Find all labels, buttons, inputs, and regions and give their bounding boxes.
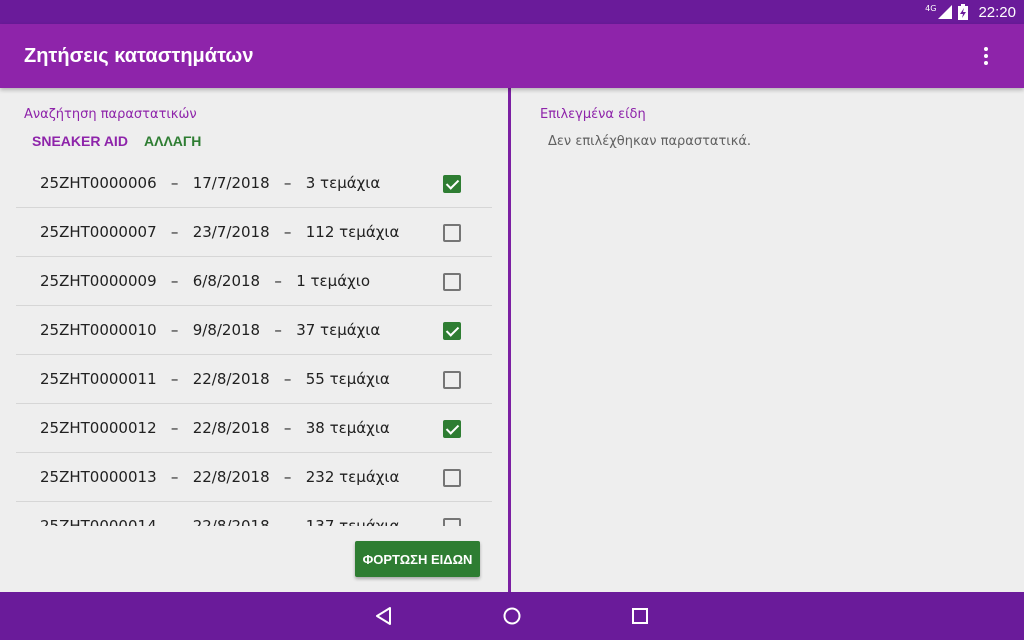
document-checkbox[interactable] (443, 224, 461, 242)
search-documents-panel: Αναζήτηση παραστατικών SNEAKER AID ΑΛΛΑΓ… (0, 88, 508, 592)
load-items-button[interactable]: ΦΟΡΤΩΣΗ ΕΙΔΩΝ (355, 541, 480, 577)
battery-charging-icon (958, 4, 969, 20)
back-icon[interactable] (372, 604, 396, 628)
selected-items-panel: Επιλεγμένα είδη Δεν επιλέχθηκαν παραστατ… (511, 88, 1024, 592)
document-checkbox[interactable] (443, 322, 461, 340)
document-checkbox[interactable] (443, 420, 461, 438)
more-options-icon[interactable] (974, 44, 998, 68)
document-checkbox[interactable] (443, 175, 461, 193)
document-row[interactable]: 25ZHT0000007 – 23/7/2018 – 112 τεμάχια (16, 208, 492, 257)
document-text: 25ZHT0000014 – 22/8/2018 – 137 τεμάχια (40, 517, 400, 526)
document-row[interactable]: 25ZHT0000011 – 22/8/2018 – 55 τεμάχια (16, 355, 492, 404)
clock: 22:20 (978, 3, 1016, 21)
document-checkbox[interactable] (443, 469, 461, 487)
selected-items-label: Επιλεγμένα είδη (540, 107, 646, 122)
document-row[interactable]: 25ZHT0000014 – 22/8/2018 – 137 τεμάχια (16, 502, 492, 526)
home-icon[interactable] (500, 604, 524, 628)
tab-change[interactable]: ΑΛΛΑΓΗ (144, 133, 201, 149)
document-checkbox[interactable] (443, 371, 461, 389)
document-text: 25ZHT0000009 – 6/8/2018 – 1 τεμάχιο (40, 272, 370, 290)
document-text: 25ZHT0000013 – 22/8/2018 – 232 τεμάχια (40, 468, 400, 486)
tab-sneaker-aid[interactable]: SNEAKER AID (32, 133, 128, 149)
search-documents-label: Αναζήτηση παραστατικών (24, 107, 197, 122)
document-checkbox[interactable] (443, 273, 461, 291)
document-text: 25ZHT0000012 – 22/8/2018 – 38 τεμάχια (40, 419, 390, 437)
status-bar: 4G 22:20 (0, 0, 1024, 24)
empty-selection-text: Δεν επιλέχθηκαν παραστατικά. (548, 134, 752, 149)
app-bar: Ζητήσεις καταστημάτων (0, 24, 1024, 88)
document-checkbox[interactable] (443, 518, 461, 526)
network-type-label: 4G (925, 3, 937, 13)
recent-apps-icon[interactable] (628, 604, 652, 628)
document-row[interactable]: 25ZHT0000013 – 22/8/2018 – 232 τεμάχια (16, 453, 492, 502)
document-text: 25ZHT0000010 – 9/8/2018 – 37 τεμάχια (40, 321, 381, 339)
document-text: 25ZHT0000006 – 17/7/2018 – 3 τεμάχια (40, 174, 381, 192)
document-text: 25ZHT0000011 – 22/8/2018 – 55 τεμάχια (40, 370, 390, 388)
document-row[interactable]: 25ZHT0000009 – 6/8/2018 – 1 τεμάχιο (16, 257, 492, 306)
document-text: 25ZHT0000007 – 23/7/2018 – 112 τεμάχια (40, 223, 400, 241)
document-row[interactable]: 25ZHT0000012 – 22/8/2018 – 38 τεμάχια (16, 404, 492, 453)
document-list[interactable]: 25ZHT0000006 – 17/7/2018 – 3 τεμάχια 25Z… (16, 159, 492, 526)
navigation-bar (0, 592, 1024, 640)
document-row[interactable]: 25ZHT0000010 – 9/8/2018 – 37 τεμάχια (16, 306, 492, 355)
status-icons: 4G 22:20 (925, 0, 1016, 24)
page-title: Ζητήσεις καταστημάτων (24, 45, 254, 67)
signal-icon (938, 5, 953, 19)
document-row[interactable]: 25ZHT0000006 – 17/7/2018 – 3 τεμάχια (16, 159, 492, 208)
